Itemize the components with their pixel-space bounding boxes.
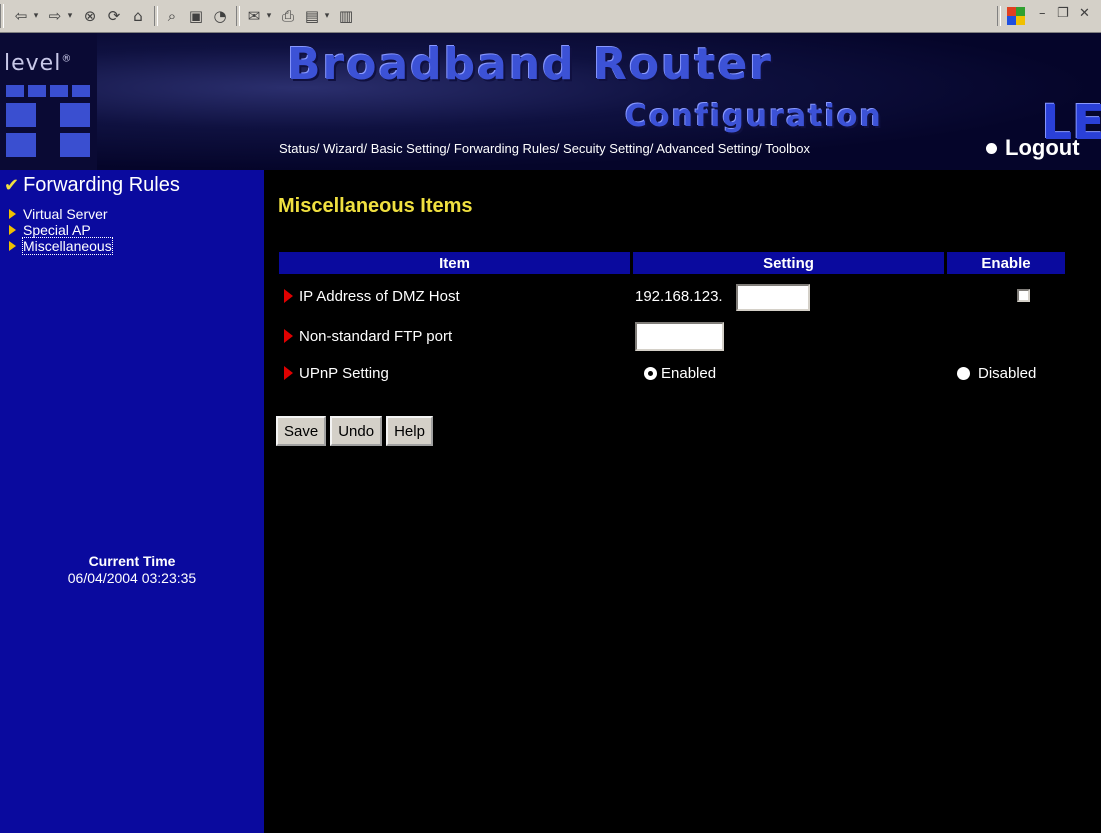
history-icon[interactable]: ◔ <box>210 6 230 26</box>
upnp-enabled-radio[interactable]: Enabled <box>644 363 716 383</box>
home-icon[interactable]: ⌂ <box>128 6 148 26</box>
arrow-right-icon <box>9 209 16 219</box>
save-button[interactable]: Save <box>276 416 327 446</box>
print-icon[interactable]: ⎙ <box>278 6 298 26</box>
arrow-right-icon <box>9 225 16 235</box>
ip-prefix: 192.168.123. <box>635 288 723 305</box>
stop-icon[interactable]: ⊗ <box>80 6 100 26</box>
sidebar: ✔ Forwarding Rules Virtual Server Special… <box>0 170 264 833</box>
page-title: Miscellaneous Items <box>278 195 473 217</box>
sidebar-item-virtual-server[interactable]: Virtual Server <box>9 206 112 222</box>
edit-dropdown-icon[interactable]: ▾ <box>322 6 332 26</box>
arrow-right-icon <box>284 289 293 303</box>
toolbar-separator <box>154 6 158 26</box>
row-label: UPnP Setting <box>299 364 389 382</box>
help-button[interactable]: Help <box>386 416 433 446</box>
close-icon[interactable]: ✕ <box>1079 6 1090 21</box>
radio-selected-icon[interactable] <box>644 366 657 380</box>
arrow-right-icon <box>284 329 293 343</box>
arrow-right-icon <box>9 241 16 251</box>
logout-link[interactable]: Logout <box>986 135 1080 161</box>
sidebar-title-label: Forwarding Rules <box>23 174 180 196</box>
nav-forwarding-rules[interactable]: Forwarding Rules/ <box>454 141 560 156</box>
undo-button[interactable]: Undo <box>330 416 383 446</box>
sidebar-item-miscellaneous[interactable]: Miscellaneous <box>9 237 113 255</box>
forward-icon[interactable]: ⇨ <box>46 6 64 26</box>
banner-title: Broadband Router <box>287 39 773 90</box>
main-content: Miscellaneous Items Item Setting Enable … <box>264 170 1101 833</box>
banner: Broadband Router Configuration LE Status… <box>97 33 1101 170</box>
current-time-label: Current Time <box>88 553 176 569</box>
logo-text: level® <box>4 51 73 76</box>
ftp-port-input[interactable] <box>635 322 724 351</box>
nav-toolbox[interactable]: Toolbox <box>765 141 810 156</box>
sidebar-menu: Virtual Server Special AP Miscellaneous <box>9 206 113 255</box>
upnp-disabled-radio[interactable]: Disabled <box>957 363 1036 383</box>
sidebar-item-label[interactable]: Special AP <box>23 222 91 238</box>
restore-icon[interactable]: ❐ <box>1057 6 1069 21</box>
back-icon[interactable]: ⇦ <box>12 6 30 26</box>
row-label: Non-standard FTP port <box>299 327 453 345</box>
logout-label[interactable]: Logout <box>1005 135 1080 161</box>
current-time-value: 06/04/2004 03:23:35 <box>67 570 197 586</box>
browser-toolbar: ⇦ ▾ ⇨ ▾ ⊗ ⟳ ⌂ ⌕ ▣ ◔ ✉ ▾ ⎙ ▤ ▾ ▥ – ❐ ✕ <box>0 0 1101 33</box>
sidebar-item-label[interactable]: Miscellaneous <box>22 237 113 255</box>
checkmark-icon: ✔ <box>4 175 20 195</box>
discuss-icon[interactable]: ▥ <box>336 6 356 26</box>
refresh-icon[interactable]: ⟳ <box>104 6 124 26</box>
favorites-icon[interactable]: ▣ <box>186 6 206 26</box>
table-row-dmz: IP Address of DMZ Host <box>284 286 460 306</box>
sidebar-title: ✔ Forwarding Rules <box>4 174 180 197</box>
toolbar-separator <box>236 6 240 26</box>
table-row-ftp: Non-standard FTP port <box>284 326 452 346</box>
minimize-icon[interactable]: – <box>1039 6 1046 21</box>
row-label: IP Address of DMZ Host <box>299 287 460 305</box>
top-nav: Status/ Wizard/ Basic Setting/ Forwardin… <box>279 141 810 156</box>
window-controls: – ❐ ✕ <box>961 0 1101 32</box>
nav-status[interactable]: Status/ <box>279 141 319 156</box>
nav-basic-setting[interactable]: Basic Setting/ <box>371 141 451 156</box>
sidebar-item-special-ap[interactable]: Special AP <box>9 222 112 238</box>
column-header-enable: Enable <box>947 252 1065 274</box>
edit-icon[interactable]: ▤ <box>302 6 322 26</box>
router-header: level® Broadband Router Configuration LE… <box>0 33 1101 170</box>
windows-logo-icon <box>1005 5 1027 27</box>
dmz-enable-checkbox[interactable] <box>1017 289 1030 302</box>
radio-label: Disabled <box>978 364 1037 382</box>
nav-wizard[interactable]: Wizard/ <box>323 141 367 156</box>
toolbar-separator <box>997 6 1001 26</box>
column-header-setting: Setting <box>633 252 944 274</box>
dmz-host-input[interactable] <box>736 284 810 311</box>
column-header-item: Item <box>279 252 630 274</box>
forward-dropdown-icon[interactable]: ▾ <box>64 6 76 26</box>
mail-dropdown-icon[interactable]: ▾ <box>264 6 274 26</box>
bullet-icon <box>986 142 997 154</box>
level-one-logo: level® <box>0 33 97 170</box>
nav-advanced-setting[interactable]: Advanced Setting/ <box>656 141 762 156</box>
nav-security-setting[interactable]: Secuity Setting/ <box>563 141 653 156</box>
radio-label: Enabled <box>661 364 717 382</box>
banner-subtitle: Configuration <box>625 99 883 134</box>
radio-unselected-icon[interactable] <box>957 366 970 380</box>
search-icon[interactable]: ⌕ <box>162 6 182 26</box>
current-time: Current Time 06/04/2004 03:23:35 <box>0 553 264 586</box>
logo-blocks <box>6 85 90 165</box>
table-row-upnp: UPnP Setting <box>284 363 389 383</box>
back-dropdown-icon[interactable]: ▾ <box>30 6 42 26</box>
action-buttons: Save Undo Help <box>276 416 433 446</box>
sidebar-item-label[interactable]: Virtual Server <box>23 206 108 222</box>
toolbar-grip <box>0 4 4 28</box>
arrow-right-icon <box>284 366 293 380</box>
mail-icon[interactable]: ✉ <box>244 6 264 26</box>
